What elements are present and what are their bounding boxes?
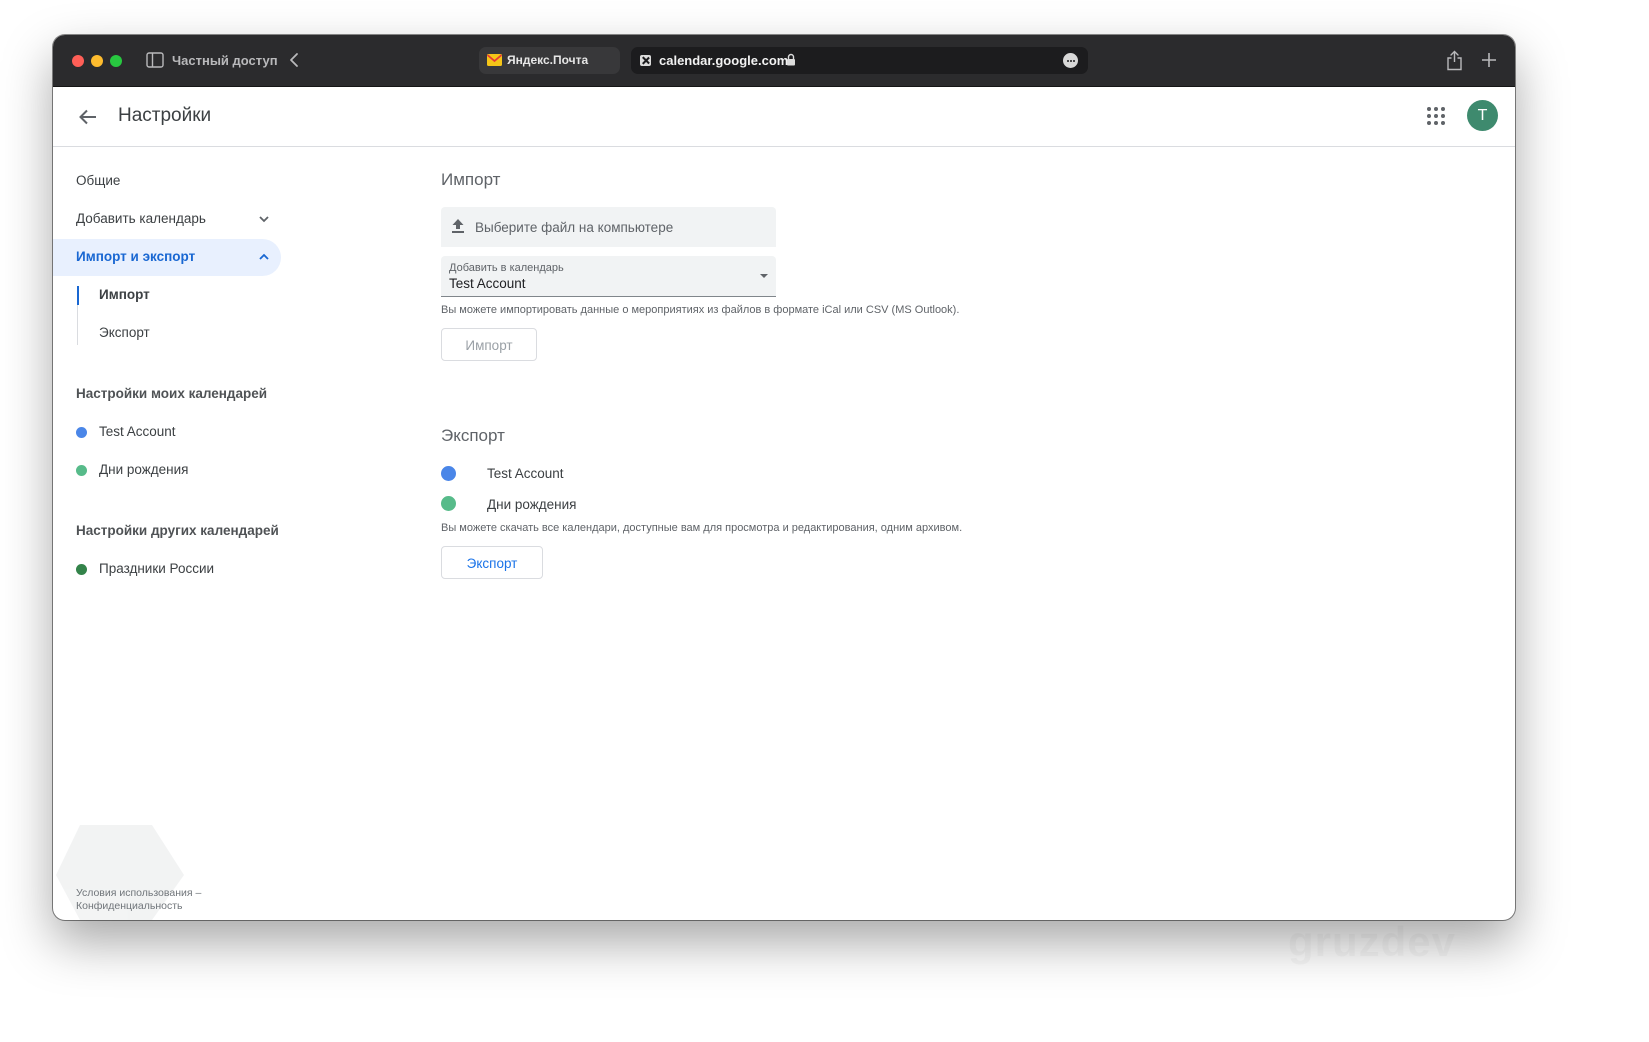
sidebar-item-add-calendar[interactable]: Добавить календарь bbox=[76, 210, 206, 228]
share-icon[interactable] bbox=[1446, 50, 1463, 71]
sidebar-subitem-export[interactable]: Экспорт bbox=[99, 324, 150, 342]
address-url: calendar.google.com bbox=[659, 53, 789, 68]
dropdown-arrow-icon bbox=[760, 274, 768, 278]
close-window-button[interactable] bbox=[72, 55, 84, 67]
calendar-color-dot bbox=[76, 564, 87, 575]
select-value: Test Account bbox=[449, 276, 526, 291]
sidebar-calendar-russia-holidays[interactable]: Праздники России bbox=[99, 560, 214, 578]
import-hint: Вы можете импортировать данные о меропри… bbox=[441, 304, 960, 316]
lock-icon bbox=[787, 53, 795, 66]
google-apps-icon[interactable] bbox=[1427, 107, 1445, 125]
address-bar[interactable]: calendar.google.com bbox=[631, 47, 1088, 74]
sidebar-calendar-birthdays[interactable]: Дни рождения bbox=[99, 461, 188, 479]
choose-file-label: Выберите файл на компьютере bbox=[475, 220, 674, 235]
other-calendars-title: Настройки других календарей bbox=[76, 523, 279, 538]
export-hint: Вы можете скачать все календари, доступн… bbox=[441, 522, 963, 534]
sidebar-item-import-export-label[interactable]: Импорт и экспорт bbox=[76, 248, 195, 266]
tab-yandex-mail-label: Яндекс.Почта bbox=[507, 53, 589, 67]
export-calendar-birthdays: Дни рождения bbox=[487, 497, 577, 512]
privacy-link[interactable]: Конфиденциальность bbox=[76, 900, 201, 913]
sidebar-item-general[interactable]: Общие bbox=[76, 172, 120, 190]
page-title: Настройки bbox=[118, 105, 212, 126]
export-calendar-color-dot bbox=[441, 496, 456, 511]
export-calendar-color-dot bbox=[441, 466, 456, 481]
upload-icon bbox=[452, 219, 464, 233]
page-menu-icon[interactable] bbox=[1063, 53, 1078, 68]
browser-window: Частный доступ Яндекс.Почта calendar.goo… bbox=[53, 35, 1515, 920]
private-browsing-label: Частный доступ bbox=[172, 53, 278, 68]
import-button[interactable]: Импорт bbox=[441, 328, 537, 361]
settings-header: Настройки T bbox=[53, 87, 1515, 147]
import-section-title: Импорт bbox=[441, 170, 501, 189]
export-button[interactable]: Экспорт bbox=[441, 546, 543, 579]
back-arrow-icon[interactable] bbox=[77, 106, 99, 128]
calendar-color-dot bbox=[76, 427, 87, 438]
select-caption: Добавить в календарь bbox=[449, 262, 564, 274]
new-tab-icon[interactable] bbox=[1481, 52, 1497, 68]
site-favicon-icon bbox=[640, 55, 651, 66]
browser-back-icon[interactable] bbox=[286, 51, 302, 69]
mail-icon bbox=[487, 54, 502, 66]
sidebar-calendar-test-account[interactable]: Test Account bbox=[99, 423, 176, 441]
sidebar-subitem-import[interactable]: Импорт bbox=[99, 286, 150, 304]
account-avatar[interactable]: T bbox=[1467, 100, 1498, 131]
calendar-color-dot bbox=[76, 465, 87, 476]
chevron-up-icon[interactable] bbox=[258, 251, 270, 263]
sidebar-toggle-icon[interactable] bbox=[146, 52, 164, 68]
my-calendars-title: Настройки моих календарей bbox=[76, 386, 268, 401]
footer-links: Условия использования – Конфиденциальнос… bbox=[76, 887, 201, 913]
subnav-active-marker bbox=[77, 286, 79, 305]
minimize-window-button[interactable] bbox=[91, 55, 103, 67]
tab-yandex-mail[interactable]: Яндекс.Почта bbox=[479, 47, 620, 74]
browser-toolbar: Частный доступ Яндекс.Почта calendar.goo… bbox=[53, 35, 1515, 87]
zoom-window-button[interactable] bbox=[110, 55, 122, 67]
export-calendar-test-account: Test Account bbox=[487, 466, 564, 481]
watermark-text: gruzdev bbox=[1288, 918, 1456, 966]
chevron-down-icon[interactable] bbox=[258, 213, 270, 225]
terms-link[interactable]: Условия использования – bbox=[76, 887, 201, 900]
export-section-title: Экспорт bbox=[441, 426, 505, 445]
choose-file-button[interactable]: Выберите файл на компьютере bbox=[441, 207, 776, 247]
target-calendar-select[interactable]: Добавить в календарь Test Account bbox=[441, 256, 776, 297]
